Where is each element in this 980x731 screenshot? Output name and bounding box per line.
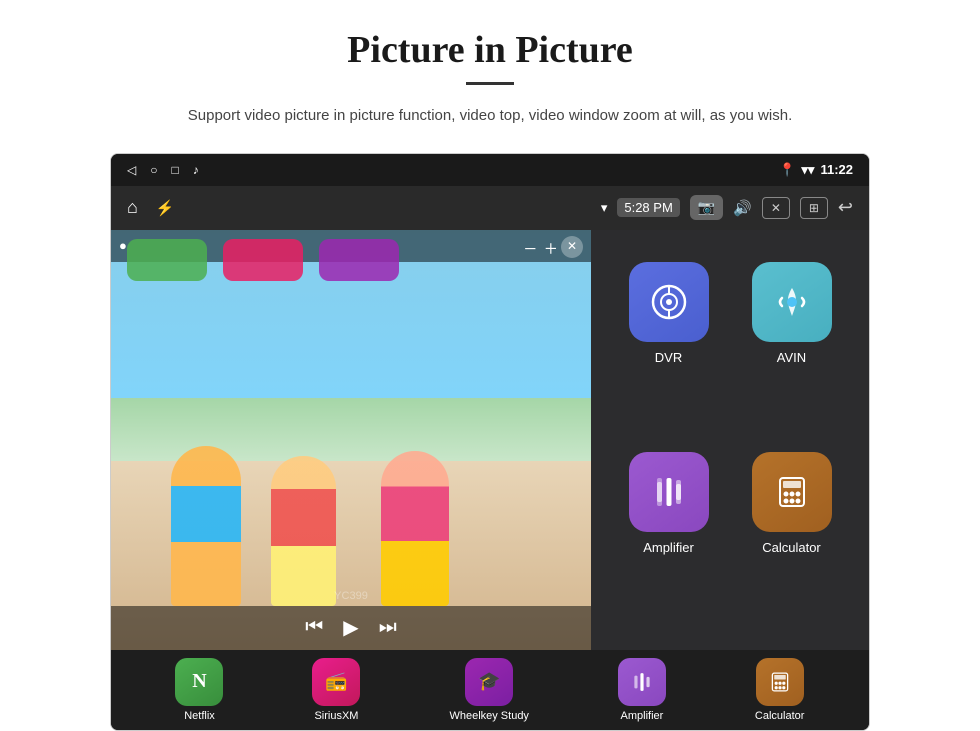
prev-button[interactable]: ⏮ bbox=[305, 616, 323, 639]
strip-calculator[interactable]: Calculator bbox=[755, 658, 805, 722]
status-bar-left: ◁ ○ □ ♪ bbox=[127, 163, 199, 177]
sirius-strip-icon: 📻 bbox=[312, 658, 360, 706]
sirius-strip-label: SiriusXM bbox=[314, 710, 358, 722]
camera-button[interactable]: 📷 bbox=[690, 195, 723, 220]
dvr-icon bbox=[629, 262, 709, 342]
top-app-sirius[interactable] bbox=[223, 239, 303, 281]
bottom-app-strip: N Netflix 📻 SiriusXM 🎓 Wheelkey Study bbox=[111, 650, 869, 730]
recent-nav-icon[interactable]: □ bbox=[171, 163, 178, 177]
amplifier-strip-label: Amplifier bbox=[621, 710, 664, 722]
strip-sirius[interactable]: 📻 SiriusXM bbox=[312, 658, 360, 722]
status-bar-right: 📍 ▾▾ 11:22 bbox=[779, 162, 853, 178]
wheelkey-strip-icon: 🎓 bbox=[465, 658, 513, 706]
person-1 bbox=[171, 446, 241, 606]
dvr-icon-svg bbox=[647, 280, 691, 324]
title-divider bbox=[466, 82, 514, 85]
avin-icon bbox=[752, 262, 832, 342]
person-3 bbox=[381, 451, 449, 606]
video-watermark: YC399 bbox=[334, 590, 368, 602]
sirius-icon-symbol: 📻 bbox=[325, 671, 347, 692]
calculator-strip-label: Calculator bbox=[755, 710, 805, 722]
nav-bar: ⌂ ⚡ ▾ 5:28 PM 📷 🔊 ✕ ⊞ ↩ bbox=[111, 186, 869, 230]
netflix-strip-icon: N bbox=[175, 658, 223, 706]
page-title: Picture in Picture bbox=[347, 28, 633, 72]
app-item-dvr[interactable]: DVR bbox=[607, 250, 730, 440]
amplifier-strip-svg bbox=[628, 668, 656, 696]
app-item-amplifier[interactable]: Amplifier bbox=[607, 440, 730, 630]
wifi-signal-icon: ▾ bbox=[601, 200, 608, 216]
amplifier-label: Amplifier bbox=[643, 540, 694, 555]
camera-icon: 📷 bbox=[698, 199, 715, 216]
calculator-icon bbox=[752, 452, 832, 532]
app-grid: DVR AVIN bbox=[591, 230, 869, 650]
pip-playback-controls: ⏮ ▶ ⏭ bbox=[111, 606, 591, 650]
top-apps-row bbox=[111, 230, 591, 290]
strip-wheelkey[interactable]: 🎓 Wheelkey Study bbox=[449, 658, 528, 722]
netflix-strip-label: Netflix bbox=[184, 710, 215, 722]
avin-icon-svg bbox=[770, 280, 814, 324]
calculator-label: Calculator bbox=[762, 540, 821, 555]
amplifier-strip-icon bbox=[618, 658, 666, 706]
dvr-label: DVR bbox=[655, 350, 682, 365]
status-time: 11:22 bbox=[820, 162, 853, 177]
device-frame: ◁ ○ □ ♪ 📍 ▾▾ 11:22 ⌂ ⚡ ▾ 5:28 PM 📷 bbox=[110, 153, 870, 731]
app-item-avin[interactable]: AVIN bbox=[730, 250, 853, 440]
calculator-strip-icon bbox=[756, 658, 804, 706]
usb-icon: ⚡ bbox=[156, 199, 175, 217]
strip-netflix[interactable]: N Netflix bbox=[175, 658, 223, 722]
netflix-letter: N bbox=[192, 670, 206, 693]
amplifier-icon-svg bbox=[647, 470, 691, 514]
wheelkey-strip-label: Wheelkey Study bbox=[449, 710, 528, 722]
strip-amplifier[interactable]: Amplifier bbox=[618, 658, 666, 722]
video-scene: YC399 bbox=[111, 230, 591, 650]
page-wrapper: Picture in Picture Support video picture… bbox=[0, 0, 980, 731]
person-2 bbox=[271, 456, 336, 606]
calculator-strip-svg bbox=[766, 668, 794, 696]
play-button[interactable]: ▶ bbox=[343, 615, 358, 640]
page-subtitle: Support video picture in picture functio… bbox=[188, 103, 792, 129]
home-icon[interactable]: ⌂ bbox=[127, 197, 138, 218]
back-button[interactable]: ↩ bbox=[838, 197, 853, 218]
avin-label: AVIN bbox=[777, 350, 806, 365]
volume-icon[interactable]: 🔊 bbox=[733, 199, 752, 217]
close-button[interactable]: ✕ bbox=[762, 197, 790, 219]
calculator-icon-svg bbox=[770, 470, 814, 514]
pip-button[interactable]: ⊞ bbox=[800, 197, 828, 219]
status-bar: ◁ ○ □ ♪ 📍 ▾▾ 11:22 bbox=[111, 154, 869, 186]
wheelkey-icon-symbol: 🎓 bbox=[478, 671, 500, 692]
nav-time: 5:28 PM bbox=[617, 198, 679, 217]
amplifier-icon bbox=[629, 452, 709, 532]
music-status-icon: ♪ bbox=[193, 163, 199, 177]
next-button[interactable]: ⏭ bbox=[379, 616, 397, 639]
nav-left: ⌂ ⚡ bbox=[127, 197, 175, 218]
signal-icon: ▾▾ bbox=[801, 162, 814, 178]
main-content: YC399 ● − + ✕ ⏮ ▶ bbox=[111, 230, 869, 650]
gps-icon: 📍 bbox=[779, 162, 795, 178]
top-app-wheelkey[interactable] bbox=[319, 239, 399, 281]
pip-area: YC399 ● − + ✕ ⏮ ▶ bbox=[111, 230, 591, 650]
back-nav-icon[interactable]: ◁ bbox=[127, 163, 136, 177]
app-item-calculator[interactable]: Calculator bbox=[730, 440, 853, 630]
home-nav-icon[interactable]: ○ bbox=[150, 163, 157, 177]
top-app-netflix[interactable] bbox=[127, 239, 207, 281]
nav-right: ▾ 5:28 PM 📷 🔊 ✕ ⊞ ↩ bbox=[601, 195, 853, 220]
